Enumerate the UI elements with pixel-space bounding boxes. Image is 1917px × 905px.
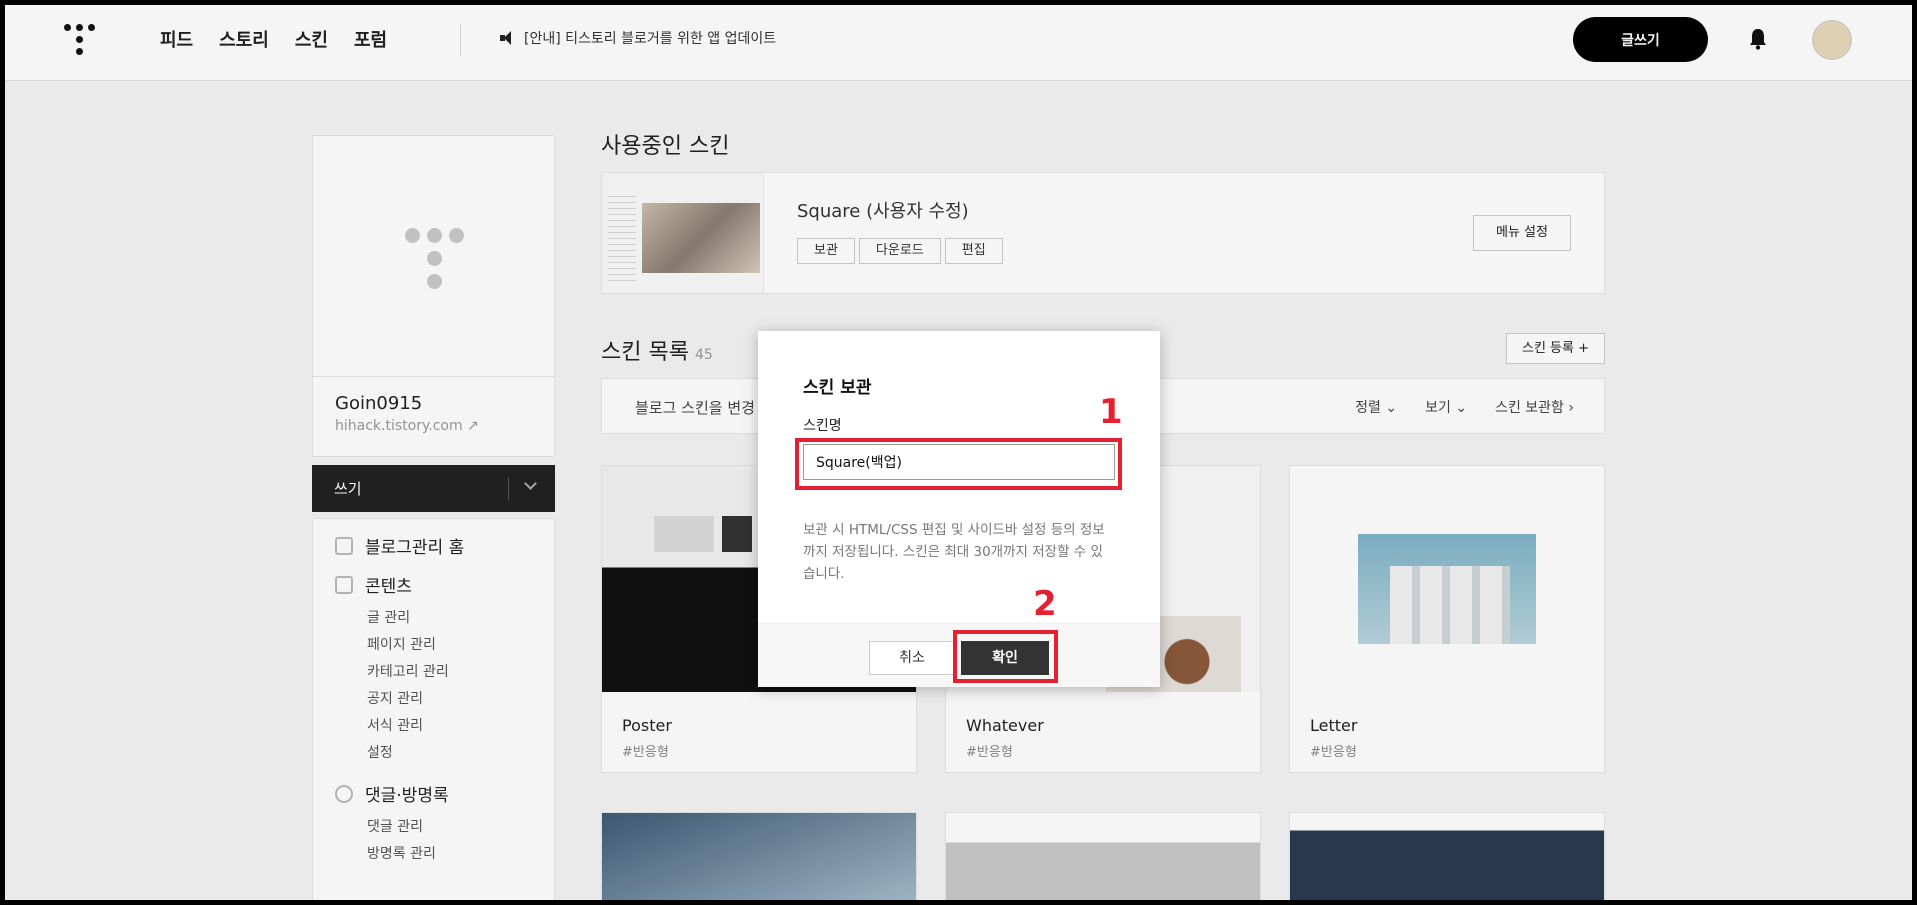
dialog-title: 스킨 보관 — [803, 378, 872, 398]
annotation-number-2: 2 — [1033, 584, 1057, 624]
highlight-box-input — [795, 438, 1122, 490]
cancel-button[interactable]: 취소 — [869, 641, 955, 675]
archive-description: 보관 시 HTML/CSS 편집 및 사이드바 설정 등의 정보까지 저장됩니다… — [803, 522, 1105, 582]
annotation-number-1: 1 — [1099, 392, 1123, 432]
highlight-box-confirm — [953, 630, 1058, 683]
skin-name-label: 스킨명 — [803, 418, 842, 434]
